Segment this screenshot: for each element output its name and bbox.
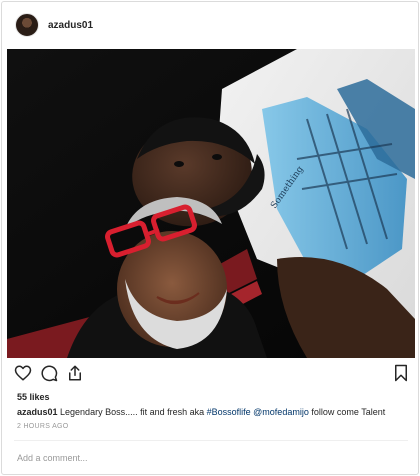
caption-text: follow come Talent (308, 407, 386, 417)
caption-text: Legendary Boss..... fit and fresh aka (57, 407, 207, 417)
hashtag-link[interactable]: #Bossoflife (207, 407, 251, 417)
action-bar (14, 364, 410, 386)
post-header: azadus01 (2, 2, 418, 48)
post-timestamp[interactable]: 2 HOURS AGO (17, 423, 69, 430)
post-card: azadus01 Something 55 likes azadus01 Leg… (1, 1, 419, 475)
post-photo[interactable]: Something (7, 49, 415, 358)
likes-count[interactable]: 55 likes (17, 392, 50, 402)
comment-input[interactable] (17, 448, 397, 468)
comment-icon[interactable] (40, 364, 58, 382)
mention-link[interactable]: @mofedamijo (253, 407, 309, 417)
share-icon[interactable] (66, 364, 84, 382)
heart-icon[interactable] (14, 364, 32, 382)
caption-username[interactable]: azadus01 (17, 407, 58, 417)
caption: azadus01 Legendary Boss..... fit and fre… (17, 406, 412, 418)
bookmark-icon[interactable] (392, 364, 410, 382)
avatar[interactable] (15, 13, 39, 37)
username[interactable]: azadus01 (48, 20, 93, 31)
divider (14, 440, 408, 441)
selfie-image: Something (7, 49, 415, 358)
